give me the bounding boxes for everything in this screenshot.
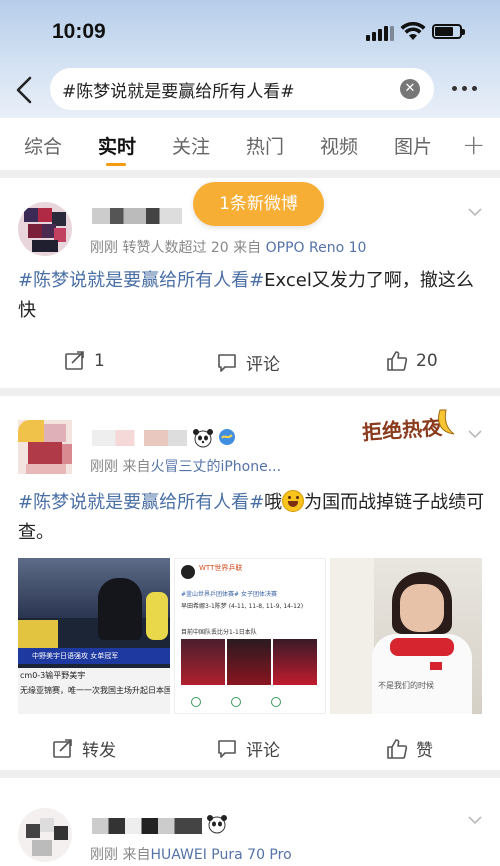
repost-icon [65,351,84,370]
repost-button[interactable]: 1 [64,350,105,372]
post-actions: 转发 评论 赞 [0,728,500,772]
post-text: #陈梦说就是要赢给所有人看#哦 为国而战掉链子战绩可查。 [18,490,485,543]
badge-icon [219,429,235,445]
post-text: #陈梦说就是要赢给所有人看#Excel又发力了啊，撤这么快 [18,270,474,321]
post-actions: 1 评论 20 [0,342,500,386]
blurred-username [92,208,182,224]
post-meta: 刚刚 来自HUAWEI Pura 70 Pro [90,847,292,863]
image-caption: #釜山世界乒团体赛# 女子团体决赛 [181,591,277,598]
avatar[interactable] [18,420,72,474]
tab-comprehensive[interactable]: 综合 [24,132,62,159]
image-caption: 无缘亚锦赛，唯一一次我国主场升起日本国 [20,686,170,695]
tab-following[interactable]: 关注 [172,132,210,159]
blurred-username [92,430,187,446]
post-source: 火冒三丈的iPhone... [150,459,282,475]
comment-button[interactable]: 评论 [216,736,280,761]
laugh-emoji-icon [282,490,305,512]
post-meta: 刚刚 来自火冒三丈的iPhone... [90,459,282,475]
tab-hot[interactable]: 热门 [246,132,284,159]
signal-icon [366,26,394,41]
add-tab-icon[interactable]: + [462,128,485,161]
comment-icon [218,739,236,758]
banana-icon [438,409,455,435]
post-source: OPPO Reno 10 [265,240,367,256]
panda-icon [193,429,213,448]
search-field[interactable]: #陈梦说就是要赢给所有人看# ✕ [50,68,434,110]
hashtag-link[interactable]: #陈梦说就是要赢给所有人看# [18,492,264,513]
clear-search-icon[interactable]: ✕ [400,79,420,99]
image-caption: WTT世界乒联 [199,564,243,572]
back-arrow-icon[interactable] [12,76,38,104]
chevron-down-icon[interactable] [468,816,482,825]
post-image-1[interactable]: 中野美宇日语强攻 女单冠军 cm0-3输平野美宇 无缘亚锦赛，唯一一次我国主场升… [18,558,170,714]
repost-button[interactable]: 转发 [52,736,116,761]
panda-icon [207,815,227,834]
comment-button[interactable]: 评论 [216,350,280,375]
image-caption: 不是我们的时候 [378,681,434,690]
like-button[interactable]: 赞 [386,736,433,761]
blurred-username [92,818,202,834]
image-caption: 中野美宇日语强攻 女单冠军 [18,648,170,664]
hashtag-link[interactable]: #陈梦说就是要赢给所有人看# [18,270,264,291]
like-button[interactable]: 20 [386,350,438,372]
tab-video[interactable]: 视频 [320,132,358,159]
chevron-down-icon[interactable] [468,430,482,439]
more-options-icon[interactable] [452,86,477,91]
tab-realtime[interactable]: 实时 [98,132,136,159]
top-bar: 10:09 #陈梦说就是要赢给所有人看# ✕ [0,0,500,118]
image-caption: cm0-3输平野美宇 [20,671,86,680]
post-image-3[interactable]: 不是我们的时候 [330,558,482,714]
comment-icon [218,353,236,372]
wifi-icon [400,22,426,40]
avatar[interactable] [18,808,72,862]
battery-icon [432,24,465,39]
image-caption: 早田希娜3-1陈梦 (4-11, 11-8, 11-9, 14-12) [181,603,304,610]
post-source: HUAWEI Pura 70 Pro [150,847,292,863]
post-image-2[interactable]: WTT世界乒联 #釜山世界乒团体赛# 女子团体决赛 早田希娜3-1陈梦 (4-1… [174,558,326,714]
avatar[interactable] [18,202,72,256]
post-meta: 刚刚 转赞人数超过 20 来自 OPPO Reno 10 [90,240,367,256]
new-posts-pill[interactable]: 1条新微博 [193,182,324,226]
post-card: 刚刚 来自HUAWEI Pura 70 Pro [0,778,500,866]
image-caption: 目前中国队丢比分1-1日本队 [181,629,257,636]
search-query[interactable]: #陈梦说就是要赢给所有人看# [62,77,295,102]
tab-images[interactable]: 图片 [394,132,432,159]
active-tab-indicator [106,163,126,166]
thumbs-up-icon [387,351,408,371]
tab-bar: 综合 实时 关注 热门 视频 图片 [0,118,500,170]
thumbs-up-icon [387,738,408,759]
sticker-label: 拒绝热夜 [361,415,443,445]
status-time: 10:09 [52,20,106,43]
repost-icon [53,738,72,758]
chevron-down-icon[interactable] [468,208,482,217]
